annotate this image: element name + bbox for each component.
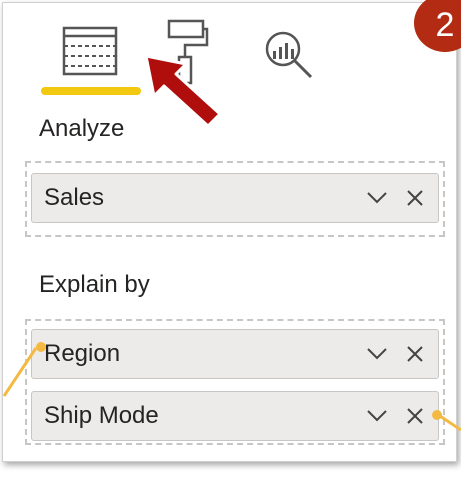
tab-analytics[interactable] (261, 29, 317, 81)
field-name: Region (44, 340, 121, 367)
expand-chevron-icon[interactable] (366, 392, 388, 440)
tab-fields[interactable] (61, 25, 119, 77)
expand-chevron-icon[interactable] (366, 330, 388, 378)
active-tab-indicator (41, 87, 141, 95)
field-name: Ship Mode (44, 402, 159, 429)
callout-dot-right (432, 410, 442, 420)
annotation-arrow-icon (144, 54, 222, 128)
explain-by-label: Explain by (39, 271, 150, 298)
field-region[interactable]: Region (31, 329, 439, 379)
analytics-magnifier-icon (265, 31, 313, 79)
remove-x-icon[interactable] (406, 174, 424, 222)
field-name: Sales (44, 184, 105, 211)
callout-dot-left (36, 342, 46, 352)
expand-chevron-icon[interactable] (366, 174, 388, 222)
analyze-label: Analyze (39, 115, 125, 142)
field-sales[interactable]: Sales (31, 173, 439, 223)
field-ship-mode[interactable]: Ship Mode (31, 391, 439, 441)
fields-icon (62, 26, 118, 76)
remove-x-icon[interactable] (406, 392, 424, 440)
remove-x-icon[interactable] (406, 330, 424, 378)
